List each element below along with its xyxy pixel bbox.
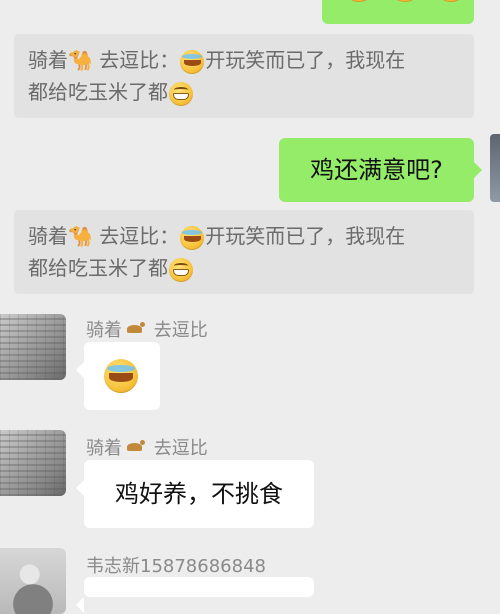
grinning-emoji-icon — [169, 257, 193, 282]
quote-text: 骑着🐪 去逗比： — [28, 224, 180, 248]
sent-emoji-bubble[interactable] — [322, 0, 474, 24]
self-avatar[interactable] — [490, 134, 500, 202]
grinning-emoji-icon — [169, 81, 193, 106]
avatar[interactable] — [0, 314, 66, 380]
message-text: 鸡好养，不挑食 — [115, 480, 283, 508]
cry-laughing-emoji-icon — [180, 225, 205, 250]
quote-text: 开玩笑而已了，我现在 — [205, 48, 406, 72]
avatar[interactable] — [0, 430, 66, 496]
quote-text: 骑着🐪 去逗比： — [28, 48, 180, 72]
cry-laughing-emoji-icon — [342, 0, 376, 2]
received-message-bubble[interactable] — [76, 577, 314, 613]
cry-laughing-emoji-icon — [180, 49, 205, 74]
message-text: 鸡还满意吧? — [310, 156, 443, 184]
sender-name: 骑着 去逗比 — [86, 320, 208, 341]
sender-name: 骑着 去逗比 — [86, 438, 208, 459]
cry-laughing-emoji-icon — [104, 359, 138, 393]
cry-laughing-emoji-icon — [434, 0, 468, 2]
sent-message-bubble[interactable]: 鸡还满意吧? — [279, 138, 482, 202]
received-emoji-bubble[interactable] — [76, 342, 160, 410]
cry-laughing-emoji-icon — [388, 0, 422, 2]
avatar[interactable] — [0, 548, 66, 614]
quote-text: 开玩笑而已了，我现在 — [205, 224, 406, 248]
quoted-reply[interactable]: 骑着🐪 去逗比： 开玩笑而已了，我现在 都给吃玉米了都 — [14, 210, 474, 294]
quote-text: 都给吃玉米了都 — [28, 256, 168, 280]
sender-name: 韦志新15878686848 — [86, 556, 266, 577]
quote-text: 都给吃玉米了都 — [28, 80, 168, 104]
camel-icon — [124, 320, 146, 338]
received-message-bubble[interactable]: 鸡好养，不挑食 — [76, 460, 314, 528]
quoted-reply[interactable]: 骑着🐪 去逗比： 开玩笑而已了，我现在 都给吃玉米了都 — [14, 34, 474, 118]
camel-icon — [124, 438, 146, 456]
